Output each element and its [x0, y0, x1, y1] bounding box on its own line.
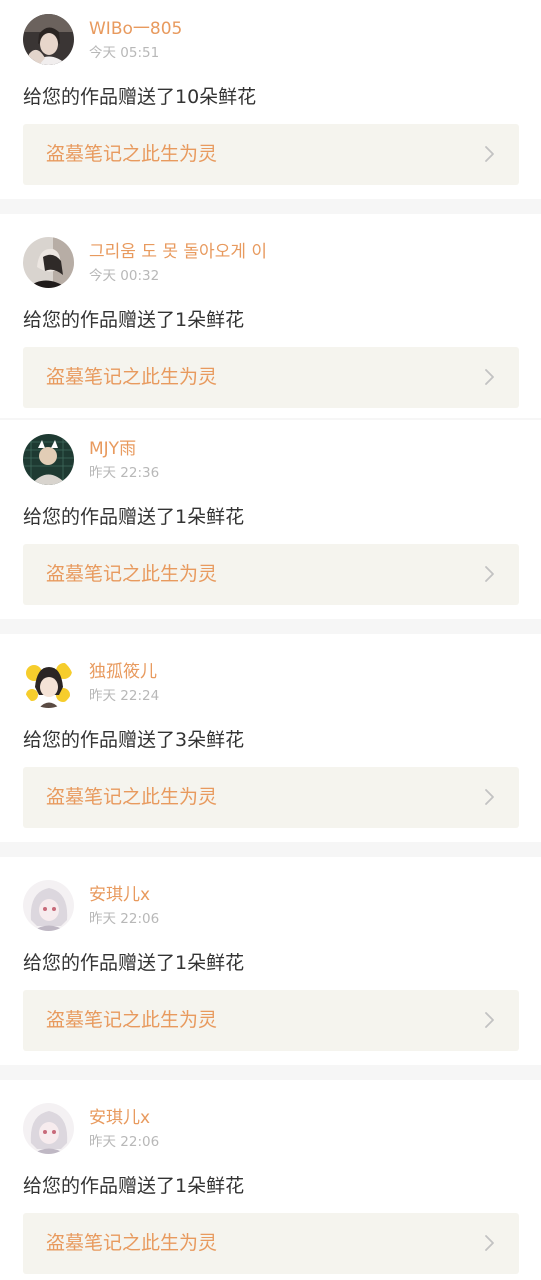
username[interactable]: 安琪儿x: [89, 884, 150, 906]
notification-card: 独孤筱儿 昨天 22:24 给您的作品赠送了3朵鲜花 盗墓笔记之此生为灵: [0, 634, 541, 842]
avatar-image: [23, 434, 74, 485]
user-avatar[interactable]: [23, 657, 74, 708]
username[interactable]: 그리움 도 못 돌아오게 이: [89, 241, 267, 263]
timestamp: 昨天 22:36: [89, 465, 160, 481]
timestamp: 昨天 22:24: [89, 688, 160, 704]
chevron-right-icon: [479, 787, 499, 807]
username[interactable]: MJY雨: [89, 438, 136, 460]
work-title: 盗墓笔记之此生为灵: [46, 1009, 218, 1031]
work-link[interactable]: 盗墓笔记之此生为灵: [23, 544, 519, 605]
notification-card: 安琪儿x 昨天 22:06 给您的作品赠送了1朵鲜花 盗墓笔记之此生为灵: [0, 1080, 541, 1280]
notification-card: MJY雨 昨天 22:36 给您的作品赠送了1朵鲜花 盗墓笔记之此生为灵: [0, 420, 541, 619]
username[interactable]: 独孤筱儿: [89, 661, 157, 683]
gift-message: 给您的作品赠送了1朵鲜花: [23, 952, 245, 974]
user-avatar[interactable]: [23, 880, 74, 931]
avatar-image: [23, 880, 74, 931]
work-title: 盗墓笔记之此生为灵: [46, 563, 218, 585]
avatar-image: [23, 1103, 74, 1154]
notification-card: WIBo一805 今天 05:51 给您的作品赠送了10朵鲜花 盗墓笔记之此生为…: [0, 0, 541, 199]
chevron-right-icon: [479, 367, 499, 387]
gift-message: 给您的作品赠送了1朵鲜花: [23, 1175, 245, 1197]
gift-message: 给您的作品赠送了1朵鲜花: [23, 309, 245, 331]
work-title: 盗墓笔记之此生为灵: [46, 143, 218, 165]
username[interactable]: WIBo一805: [89, 18, 182, 40]
user-avatar[interactable]: [23, 1103, 74, 1154]
work-title: 盗墓笔记之此生为灵: [46, 1232, 218, 1254]
timestamp: 今天 05:51: [89, 45, 160, 61]
chevron-right-icon: [479, 1010, 499, 1030]
username[interactable]: 安琪儿x: [89, 1107, 150, 1129]
user-avatar[interactable]: [23, 14, 74, 65]
notification-card: 그리움 도 못 돌아오게 이 今天 00:32 给您的作品赠送了1朵鲜花 盗墓笔…: [0, 214, 541, 418]
chevron-right-icon: [479, 144, 499, 164]
gift-message: 给您的作品赠送了3朵鲜花: [23, 729, 245, 751]
work-link[interactable]: 盗墓笔记之此生为灵: [23, 767, 519, 828]
avatar-image: [23, 237, 74, 288]
avatar-image: [23, 14, 74, 65]
work-link[interactable]: 盗墓笔记之此生为灵: [23, 124, 519, 185]
user-avatar[interactable]: [23, 237, 74, 288]
user-avatar[interactable]: [23, 434, 74, 485]
gift-message: 给您的作品赠送了1朵鲜花: [23, 506, 245, 528]
avatar-image: [23, 657, 74, 708]
notification-card: 安琪儿x 昨天 22:06 给您的作品赠送了1朵鲜花 盗墓笔记之此生为灵: [0, 857, 541, 1065]
work-link[interactable]: 盗墓笔记之此生为灵: [23, 347, 519, 408]
chevron-right-icon: [479, 1233, 499, 1253]
timestamp: 昨天 22:06: [89, 1134, 160, 1150]
notification-feed: WIBo一805 今天 05:51 给您的作品赠送了10朵鲜花 盗墓笔记之此生为…: [0, 0, 541, 1280]
timestamp: 昨天 22:06: [89, 911, 160, 927]
chevron-right-icon: [479, 564, 499, 584]
work-link[interactable]: 盗墓笔记之此生为灵: [23, 1213, 519, 1274]
work-title: 盗墓笔记之此生为灵: [46, 786, 218, 808]
timestamp: 今天 00:32: [89, 268, 160, 284]
work-title: 盗墓笔记之此生为灵: [46, 366, 218, 388]
work-link[interactable]: 盗墓笔记之此生为灵: [23, 990, 519, 1051]
gift-message: 给您的作品赠送了10朵鲜花: [23, 86, 257, 108]
